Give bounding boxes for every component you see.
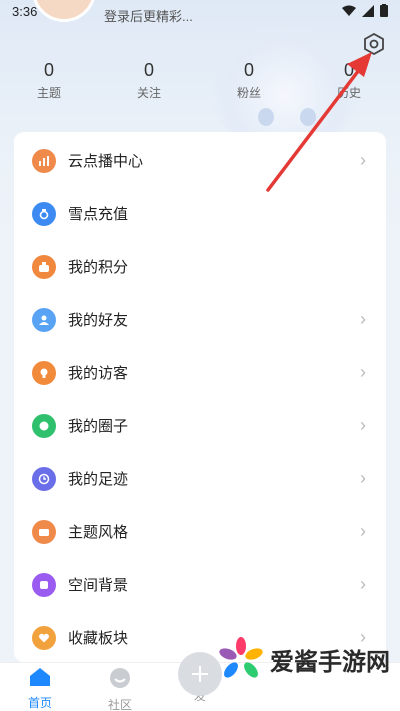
chat-bubble-icon xyxy=(32,413,56,438)
tab-home[interactable]: 首页 xyxy=(10,667,70,711)
chevron-right-icon: › xyxy=(360,415,366,435)
menu-item-label: 收藏板块 xyxy=(68,630,129,647)
bulb-icon xyxy=(32,360,56,385)
watermark-text: 爱酱手游网 xyxy=(270,648,390,676)
stats-bar: 0 主题 0 关注 0 粉丝 0 历史 xyxy=(0,58,400,106)
chevron-right-icon: › xyxy=(360,309,366,329)
stat-value: 0 xyxy=(243,60,254,80)
menu-item-label: 雪点充值 xyxy=(68,206,129,223)
stat-value: 0 xyxy=(343,60,354,80)
stat-following[interactable]: 0 关注 xyxy=(114,58,184,101)
wifi-icon xyxy=(342,5,356,16)
stat-label: 粉丝 xyxy=(236,86,261,100)
community-icon xyxy=(110,668,130,688)
chevron-right-icon: › xyxy=(360,521,366,541)
bar-chart-icon xyxy=(32,148,56,173)
chevron-right-icon: › xyxy=(360,468,366,488)
menu-item-visitors[interactable]: 我的访客 › xyxy=(14,346,386,399)
stat-label: 主题 xyxy=(36,86,61,100)
menu-card: 云点播中心 › 雪点充值 我的积分 我的好友 › 我的访客 › 我的圈子 › 我… xyxy=(14,132,386,662)
menu-item-points[interactable]: 我的积分 xyxy=(14,240,386,293)
menu-item-theme-style[interactable]: 主题风格 › xyxy=(14,505,386,558)
home-icon xyxy=(30,668,50,686)
chevron-right-icon: › xyxy=(360,362,366,382)
chevron-right-icon: › xyxy=(360,150,366,170)
login-tip[interactable]: 登录后更精彩... xyxy=(104,6,193,25)
briefcase-icon xyxy=(32,519,56,544)
signal-icon xyxy=(362,4,374,17)
settings-button[interactable] xyxy=(362,32,386,56)
watermark: 爱酱手游网 xyxy=(218,636,390,682)
menu-item-label: 我的好友 xyxy=(68,312,129,329)
menu-item-label: 我的访客 xyxy=(68,365,129,382)
post-button[interactable] xyxy=(178,652,222,696)
menu-item-label: 我的足迹 xyxy=(68,471,129,488)
stat-value: 0 xyxy=(43,60,54,80)
illustration-eye-right xyxy=(300,108,316,126)
stat-label: 关注 xyxy=(136,86,161,100)
tab-label: 首页 xyxy=(27,696,52,710)
menu-item-label: 我的圈子 xyxy=(68,418,129,435)
person-icon xyxy=(32,307,56,332)
stat-history[interactable]: 0 历史 xyxy=(314,58,384,101)
menu-item-label: 空间背景 xyxy=(68,577,129,594)
menu-item-vod-center[interactable]: 云点播中心 › xyxy=(14,134,386,187)
diamond-icon xyxy=(32,201,56,226)
tab-label: 社区 xyxy=(107,698,132,711)
menu-item-recharge[interactable]: 雪点充值 xyxy=(14,187,386,240)
stat-topics[interactable]: 0 主题 xyxy=(14,58,84,101)
menu-item-label: 主题风格 xyxy=(68,524,129,541)
battery-icon xyxy=(380,4,388,17)
menu-item-friends[interactable]: 我的好友 › xyxy=(14,293,386,346)
menu-item-label: 云点播中心 xyxy=(68,153,144,170)
square-icon xyxy=(32,572,56,597)
flower-logo-icon xyxy=(219,637,263,678)
menu-item-label: 我的积分 xyxy=(68,259,129,276)
plus-icon xyxy=(192,666,208,682)
menu-item-space-background[interactable]: 空间背景 › xyxy=(14,558,386,611)
stat-followers[interactable]: 0 粉丝 xyxy=(214,58,284,101)
gear-icon xyxy=(364,33,384,55)
status-icons xyxy=(342,4,388,17)
heart-icon xyxy=(32,625,56,650)
illustration-eye-left xyxy=(258,108,274,126)
status-time: 3:36 xyxy=(12,4,38,19)
tab-community[interactable]: 社区 xyxy=(90,667,150,711)
stat-label: 历史 xyxy=(336,86,361,100)
menu-item-circles[interactable]: 我的圈子 › xyxy=(14,399,386,452)
bag-icon xyxy=(32,254,56,279)
clock-icon xyxy=(32,466,56,491)
menu-item-footprints[interactable]: 我的足迹 › xyxy=(14,452,386,505)
chevron-right-icon: › xyxy=(360,574,366,594)
stat-value: 0 xyxy=(143,60,154,80)
